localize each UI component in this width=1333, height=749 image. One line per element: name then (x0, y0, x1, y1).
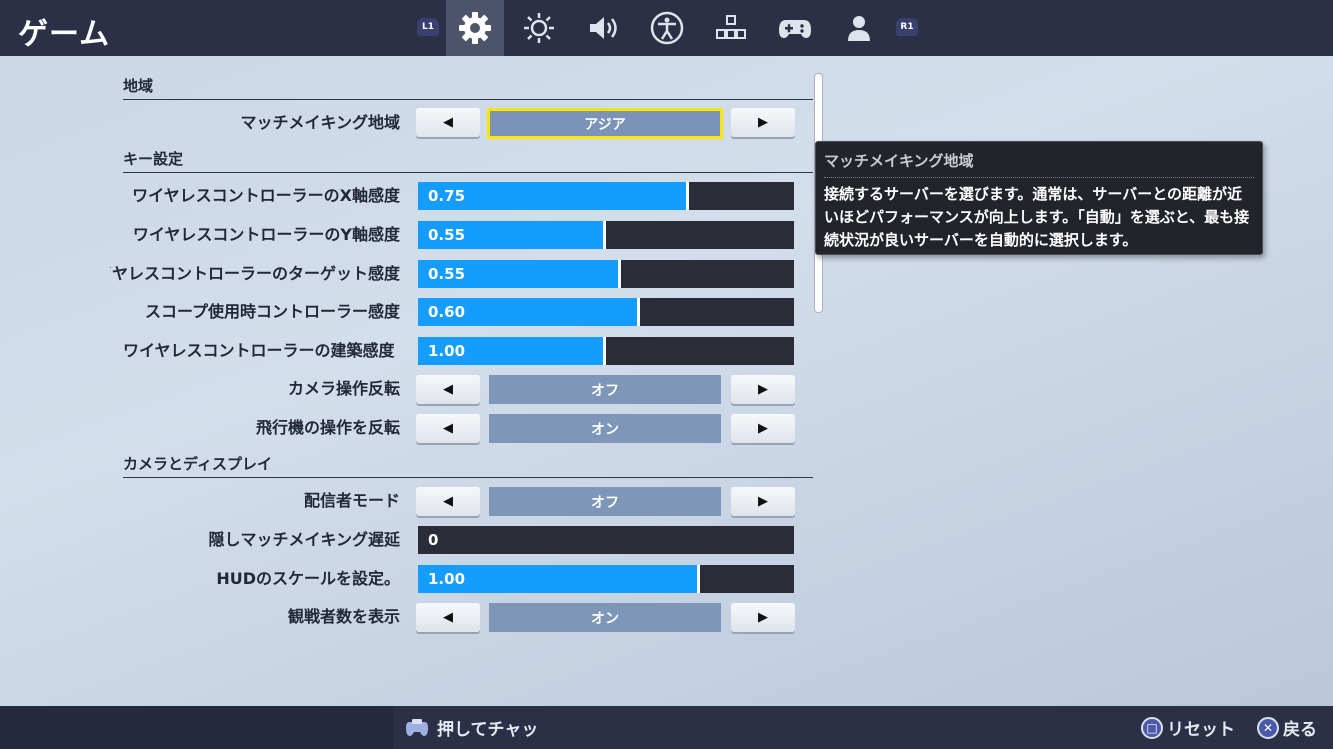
back-button[interactable]: ✕ 戻る (1257, 706, 1317, 749)
r1-button-icon[interactable]: R1 (896, 18, 918, 36)
invert-aircraft-label: 飛行機の操作を反転 (255, 418, 400, 437)
touchpad-icon (406, 718, 428, 736)
matchmaking-region-next-button[interactable]: ▶ (731, 108, 795, 137)
l1-button-icon[interactable]: L1 (417, 18, 439, 36)
gear-icon (459, 12, 491, 44)
tab-input-layout[interactable] (702, 0, 760, 56)
matchmaking-region-label: マッチメイキング地域 (240, 113, 400, 132)
tooltip-description: 接続するサーバーを選びます。通常は、サーバーとの距離が近いほどパフォーマンスが向… (824, 185, 1250, 249)
invert-camera-value[interactable]: オフ (489, 375, 721, 404)
streamer-mode-label: 配信者モード (303, 491, 400, 510)
section-header-camera-display: カメラとディスプレイ (123, 450, 813, 478)
streamer-mode-prev-button[interactable]: ◀ (416, 487, 480, 516)
tab-accessibility[interactable] (638, 0, 696, 56)
invert-camera-label: カメラ操作反転 (287, 379, 400, 398)
scope-sensitivity-label: スコープ使用時コントローラー感度 (144, 302, 400, 321)
x-sensitivity-label: ワイヤレスコントローラーのX軸感度 (132, 186, 400, 205)
tab-controller[interactable] (766, 0, 824, 56)
streamer-mode-value[interactable]: オフ (489, 487, 721, 516)
tab-account[interactable] (830, 0, 888, 56)
accessibility-icon (650, 11, 684, 45)
gamepad-icon (779, 20, 811, 38)
tab-game-settings[interactable] (446, 0, 504, 56)
chat-panel (0, 706, 393, 749)
invert-aircraft-value[interactable]: オン (489, 414, 721, 443)
reset-button[interactable]: □ リセット (1141, 706, 1235, 749)
arrow-left-icon: ◀ (443, 421, 453, 436)
building-sensitivity-label: ワイヤレスコントローラーの建築感度 (123, 341, 395, 360)
matchmaking-region-value[interactable]: アジア (487, 108, 723, 139)
hidden-matchmaking-delay-label: 隠しマッチメイキング遅延 (208, 530, 400, 549)
reset-label: リセット (1167, 720, 1235, 740)
arrow-left-icon: ◀ (443, 382, 453, 397)
bottom-bar: 押してチャッ □ リセット ✕ 戻る (0, 706, 1333, 749)
arrow-right-icon: ▶ (758, 115, 768, 130)
targeting-sensitivity-label-text: ワイヤレスコントローラーのターゲット感度 (110, 264, 400, 283)
chat-hint[interactable]: 押してチャッ (405, 706, 538, 749)
account-icon (848, 16, 870, 41)
hidden-matchmaking-delay-slider[interactable]: 0 (418, 526, 794, 554)
matchmaking-region-prev-button[interactable]: ◀ (416, 108, 480, 137)
tab-audio[interactable] (574, 0, 632, 56)
slider-value: 1.00 (428, 570, 466, 588)
section-header-controls: キー設定 (123, 145, 813, 173)
slider-value: 0.55 (428, 265, 466, 283)
invert-camera-next-button[interactable]: ▶ (731, 375, 795, 404)
arrow-right-icon: ▶ (758, 421, 768, 436)
back-label: 戻る (1283, 720, 1317, 740)
x-sensitivity-slider[interactable]: 0.75 (418, 182, 794, 210)
tab-brightness[interactable] (510, 0, 568, 56)
slider-value: 0.55 (428, 226, 466, 244)
slider-value: 0 (428, 531, 439, 549)
section-header-region: 地域 (123, 72, 813, 100)
arrow-left-icon: ◀ (443, 494, 453, 509)
arrow-left-icon: ◀ (443, 610, 453, 625)
building-sensitivity-slider[interactable]: 1.00 (418, 337, 794, 365)
top-bar: ゲーム L1 R1 (0, 0, 1333, 56)
targeting-sensitivity-label: ワイヤレスコントローラーのターゲット感度 (110, 259, 400, 289)
y-sensitivity-slider[interactable]: 0.55 (418, 221, 794, 249)
y-sensitivity-label: ワイヤレスコントローラーのY軸感度 (132, 225, 400, 244)
hud-scale-slider[interactable]: 1.00 (418, 565, 794, 593)
scope-sensitivity-slider[interactable]: 0.60 (418, 298, 794, 326)
slider-value: 1.00 (428, 342, 466, 360)
slider-value: 0.75 (428, 187, 466, 205)
spectator-count-label: 観戦者数を表示 (287, 607, 400, 626)
tooltip-title: マッチメイキング地域 (824, 150, 1254, 178)
arrow-right-icon: ▶ (758, 610, 768, 625)
spectator-count-next-button[interactable]: ▶ (731, 603, 795, 632)
speaker-icon (590, 17, 617, 39)
spectator-count-value[interactable]: オン (489, 603, 721, 632)
invert-aircraft-prev-button[interactable]: ◀ (416, 414, 480, 443)
arrow-right-icon: ▶ (758, 382, 768, 397)
arrow-right-icon: ▶ (758, 494, 768, 509)
input-layout-icon (716, 15, 746, 39)
page-title: ゲーム (18, 17, 111, 52)
brightness-icon (524, 13, 554, 43)
square-button-icon: □ (1141, 716, 1163, 739)
arrow-left-icon: ◀ (443, 115, 453, 130)
setting-tooltip: マッチメイキング地域 接続するサーバーを選びます。通常は、サーバーとの距離が近い… (815, 141, 1263, 255)
spectator-count-prev-button[interactable]: ◀ (416, 603, 480, 632)
hud-scale-label: HUDのスケールを設定。 (216, 569, 400, 588)
cross-button-icon: ✕ (1257, 716, 1279, 739)
invert-aircraft-next-button[interactable]: ▶ (731, 414, 795, 443)
slider-value: 0.60 (428, 303, 466, 321)
targeting-sensitivity-slider[interactable]: 0.55 (418, 260, 794, 288)
invert-camera-prev-button[interactable]: ◀ (416, 375, 480, 404)
streamer-mode-next-button[interactable]: ▶ (731, 487, 795, 516)
chat-hint-label: 押してチャッ (437, 720, 539, 740)
